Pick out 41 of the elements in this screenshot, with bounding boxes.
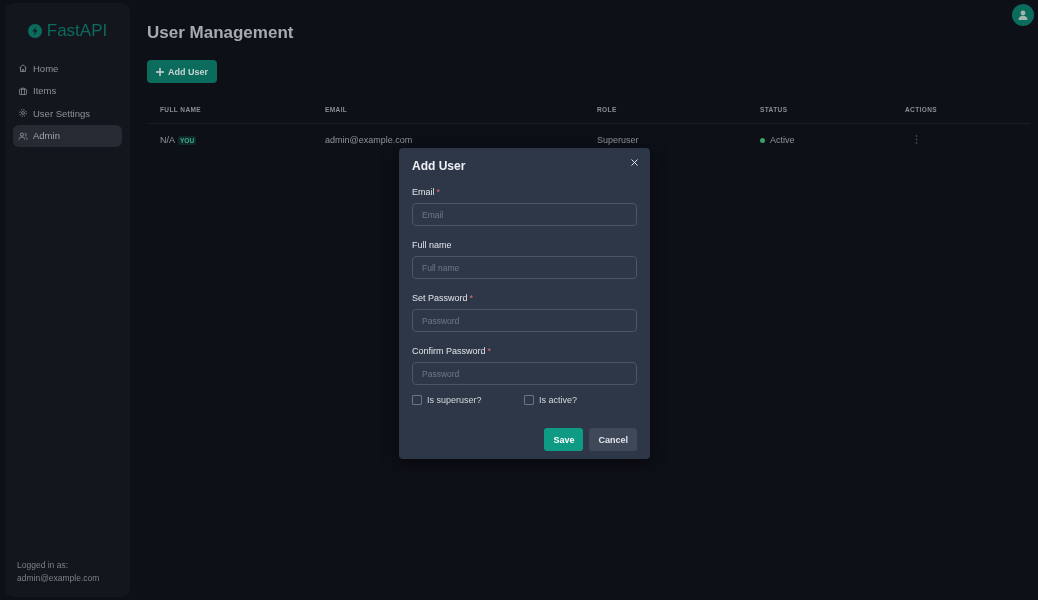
sidebar-item[interactable]: Home xyxy=(13,57,122,79)
more-options-icon[interactable] xyxy=(915,134,918,144)
logo-icon xyxy=(27,24,42,38)
plus-icon xyxy=(156,67,164,76)
required-asterisk: * xyxy=(469,293,474,303)
page-title: User Management xyxy=(147,23,295,43)
settings-icon xyxy=(18,108,28,118)
cancel-button[interactable]: Cancel xyxy=(589,428,637,451)
user-icon xyxy=(1018,10,1028,20)
field-label: Set Password * xyxy=(412,293,475,303)
full-name-cell: N/A xyxy=(160,135,175,145)
field-label: Full name xyxy=(412,240,453,250)
sidebar-item[interactable]: Items xyxy=(13,79,122,102)
required-asterisk: * xyxy=(487,346,492,356)
email-cell: admin@example.com xyxy=(312,123,584,156)
input-field[interactable]: Email xyxy=(412,203,637,226)
sidebar-item[interactable]: Admin xyxy=(13,124,122,147)
logged-in-label: Logged in as: xyxy=(17,559,70,572)
input-field[interactable]: Password xyxy=(412,362,637,385)
field-label: Confirm Password * xyxy=(412,346,493,356)
logo-text: FastAPI xyxy=(46,21,108,41)
avatar-button[interactable] xyxy=(1012,4,1034,26)
checkbox[interactable] xyxy=(412,395,422,405)
role-cell: Superuser xyxy=(584,123,747,156)
checkbox[interactable] xyxy=(524,395,534,405)
required-asterisk: * xyxy=(436,187,441,197)
input-field[interactable]: Password xyxy=(412,309,637,332)
home-icon xyxy=(18,63,28,73)
close-button[interactable] xyxy=(629,157,640,168)
field-label: Email * xyxy=(412,187,442,197)
add-user-button[interactable]: Add User xyxy=(147,60,217,83)
close-icon xyxy=(631,159,638,166)
users-icon xyxy=(18,130,28,141)
checkbox-label: Is superuser? xyxy=(427,395,482,405)
briefcase-icon xyxy=(18,85,28,96)
sidebar-item[interactable]: User Settings xyxy=(13,102,122,124)
user-email: admin@example.com xyxy=(17,572,101,585)
status-text: Active xyxy=(770,135,795,145)
checkbox-label: Is active? xyxy=(539,395,578,405)
save-button[interactable]: Save xyxy=(544,428,584,451)
dialog-title: Add User xyxy=(412,159,466,173)
